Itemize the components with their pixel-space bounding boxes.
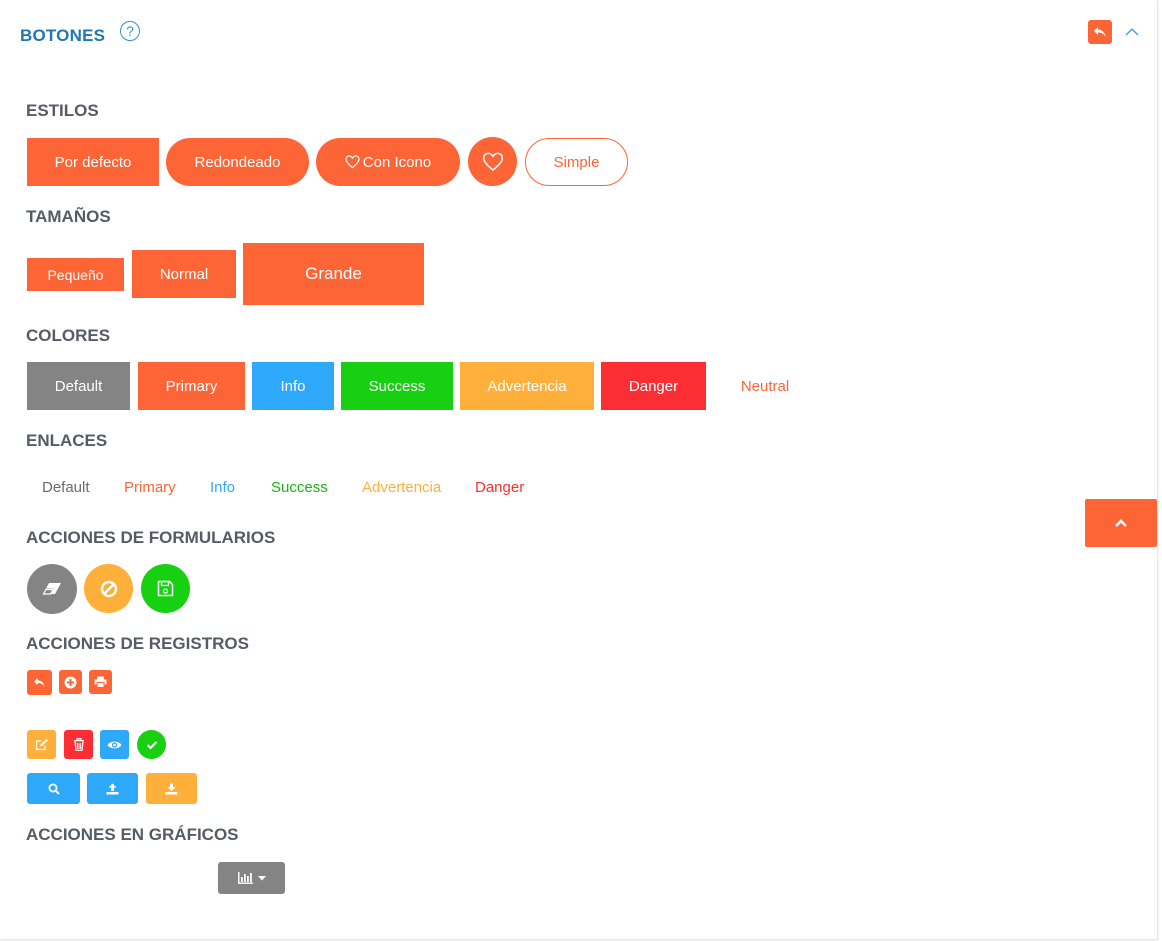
btn-label: Con Icono xyxy=(362,153,432,171)
section-enlaces: ENLACES xyxy=(26,431,108,450)
btn-color-info[interactable]: Info xyxy=(252,362,334,410)
btn-label: Grande xyxy=(305,264,362,283)
chevron-up-icon xyxy=(1114,518,1128,528)
scroll-top-button[interactable] xyxy=(1085,499,1157,547)
bar-chart-icon xyxy=(237,872,253,884)
btn-con-icono[interactable]: Con Icono xyxy=(316,138,460,186)
section-acciones-registros: ACCIONES DE REGISTROS xyxy=(26,634,249,653)
check-icon xyxy=(146,740,158,750)
record-approve-button[interactable] xyxy=(137,730,166,759)
form-clear-button[interactable] xyxy=(27,564,77,614)
record-delete-button[interactable] xyxy=(64,730,93,759)
btn-label: Advertencia xyxy=(487,377,567,395)
section-colores: COLORES xyxy=(26,326,111,345)
chart-menu-button[interactable] xyxy=(218,862,285,894)
btn-color-success[interactable]: Success xyxy=(341,362,453,410)
btn-color-neutral[interactable]: Neutral xyxy=(714,362,816,410)
record-print-button[interactable] xyxy=(89,670,112,694)
section-tamanos: TAMAÑOS xyxy=(26,207,111,226)
btn-grande[interactable]: Grande xyxy=(243,243,424,305)
help-icon[interactable]: ? xyxy=(120,21,140,41)
btn-redondeado[interactable]: Redondeado xyxy=(166,138,309,186)
btn-color-default[interactable]: Default xyxy=(27,362,130,410)
link-advertencia[interactable]: Advertencia xyxy=(362,479,441,496)
collapse-button[interactable] xyxy=(1124,26,1140,38)
heart-icon xyxy=(345,155,360,169)
btn-label: Por defecto xyxy=(54,153,132,171)
btn-pequeno[interactable]: Pequeño xyxy=(27,258,124,291)
btn-label: Simple xyxy=(553,153,600,171)
record-edit-button[interactable] xyxy=(27,730,56,759)
record-view-button[interactable] xyxy=(100,730,129,759)
record-upload-button[interactable] xyxy=(87,773,138,804)
section-estilos: ESTILOS xyxy=(26,101,99,120)
card-title: BOTONES xyxy=(20,26,106,45)
btn-por-defecto[interactable]: Por defecto xyxy=(27,138,159,186)
btn-label: Danger xyxy=(628,377,679,395)
caret-down-icon xyxy=(257,875,266,881)
link-success[interactable]: Success xyxy=(271,479,328,496)
ban-icon xyxy=(100,580,118,598)
btn-label: Success xyxy=(368,377,426,395)
edit-icon xyxy=(35,738,49,751)
btn-label: Redondeado xyxy=(194,153,281,171)
plus-circle-icon xyxy=(64,676,77,689)
btn-label: Neutral xyxy=(740,377,790,395)
btn-label: Primary xyxy=(165,377,218,395)
record-search-button[interactable] xyxy=(27,773,80,804)
upload-icon xyxy=(106,783,119,795)
btn-color-primary[interactable]: Primary xyxy=(138,362,245,410)
link-info[interactable]: Info xyxy=(210,479,235,496)
link-primary[interactable]: Primary xyxy=(124,479,176,496)
link-danger[interactable]: Danger xyxy=(475,479,524,496)
link-default[interactable]: Default xyxy=(42,479,90,496)
search-icon xyxy=(48,783,60,795)
buttons-card: BOTONES ? ESTILOS Por defecto Redondeado… xyxy=(0,0,1158,940)
btn-label: Pequeño xyxy=(47,266,104,283)
btn-icon-only[interactable] xyxy=(468,137,517,186)
trash-icon xyxy=(73,738,85,751)
btn-color-advertencia[interactable]: Advertencia xyxy=(460,362,594,410)
section-acciones-formularios: ACCIONES DE FORMULARIOS xyxy=(26,528,276,547)
eraser-icon xyxy=(41,581,63,597)
section-acciones-graficos: ACCIONES EN GRÁFICOS xyxy=(26,825,239,844)
record-download-button[interactable] xyxy=(146,773,197,804)
chevron-up-icon xyxy=(1124,26,1140,38)
form-cancel-button[interactable] xyxy=(84,564,133,613)
btn-normal[interactable]: Normal xyxy=(132,250,236,298)
reply-icon xyxy=(1093,26,1107,38)
form-save-button[interactable] xyxy=(141,564,190,613)
save-icon xyxy=(157,580,174,597)
btn-simple[interactable]: Simple xyxy=(525,138,628,186)
heart-icon xyxy=(482,152,504,172)
print-icon xyxy=(94,676,107,688)
btn-label: Info xyxy=(280,377,306,395)
record-back-button[interactable] xyxy=(27,670,52,695)
header-back-button[interactable] xyxy=(1088,20,1112,44)
btn-label: Normal xyxy=(159,265,209,283)
record-add-button[interactable] xyxy=(59,670,82,694)
btn-label: Default xyxy=(54,377,103,395)
eye-icon xyxy=(107,740,122,750)
download-icon xyxy=(165,783,178,795)
btn-color-danger[interactable]: Danger xyxy=(601,362,706,410)
reply-icon xyxy=(33,677,46,688)
